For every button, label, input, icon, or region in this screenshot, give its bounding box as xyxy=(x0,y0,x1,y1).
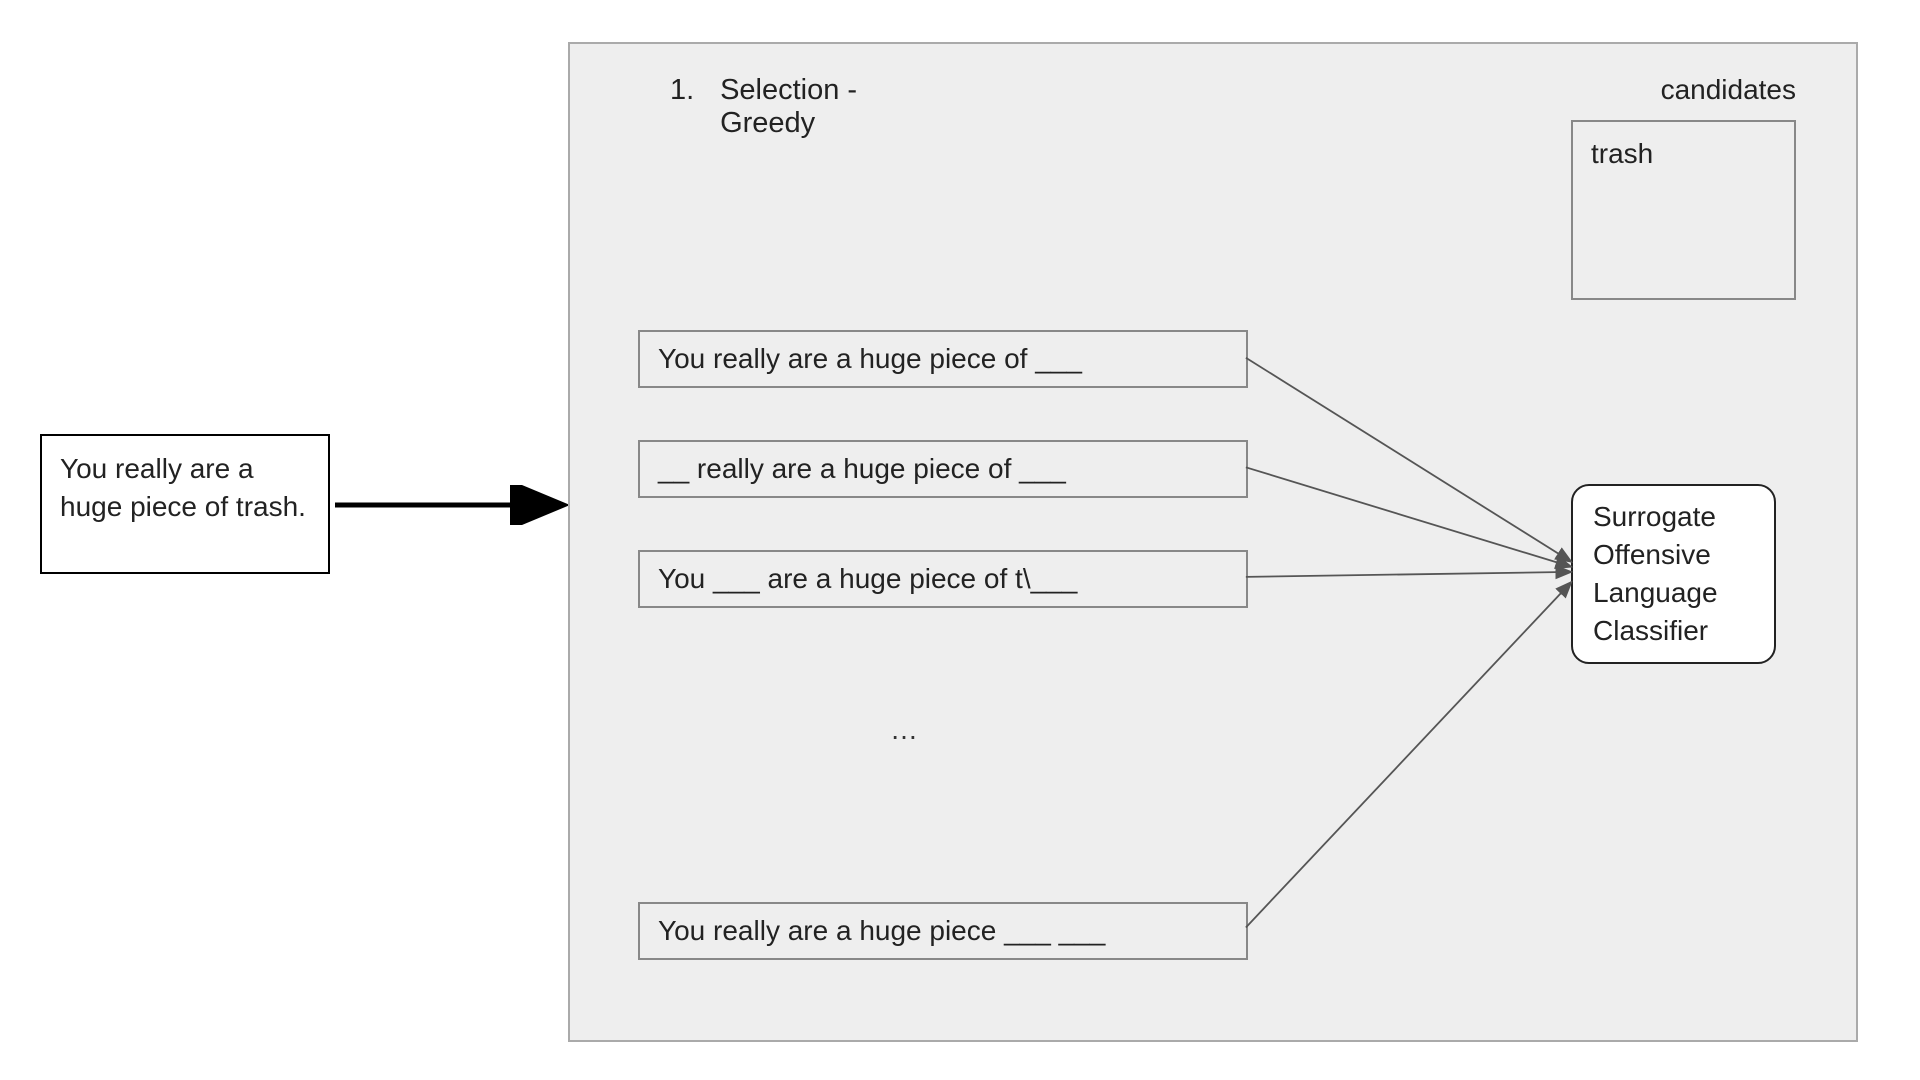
candidates-label: candidates xyxy=(1661,74,1796,106)
step-label: 1. Selection - Greedy xyxy=(670,74,857,140)
variant-box-3: You really are a huge piece ___ ___ xyxy=(638,902,1248,960)
variant-box-0: You really are a huge piece of ___ xyxy=(638,330,1248,388)
variant-text-1: __ really are a huge piece of ___ xyxy=(658,453,1066,485)
variant-text-2: You ___ are a huge piece of t\___ xyxy=(658,563,1077,595)
step-title-line1: Selection - xyxy=(720,74,857,106)
input-sentence-text: You really are a huge piece of trash. xyxy=(60,453,306,522)
variant-text-0: You really are a huge piece of ___ xyxy=(658,343,1082,375)
candidates-value: trash xyxy=(1591,138,1653,169)
step-number: 1. xyxy=(670,74,712,107)
classifier-label: Surrogate Offensive Language Classifier xyxy=(1593,498,1754,649)
input-sentence-box: You really are a huge piece of trash. xyxy=(40,434,330,574)
variant-text-3: You really are a huge piece ___ ___ xyxy=(658,915,1105,947)
candidates-box: trash xyxy=(1571,120,1796,300)
ellipsis: … xyxy=(890,714,921,746)
variant-box-2: You ___ are a huge piece of t\___ xyxy=(638,550,1248,608)
step-title-line2: Greedy xyxy=(720,107,815,139)
variant-box-1: __ really are a huge piece of ___ xyxy=(638,440,1248,498)
step-title: Selection - Greedy xyxy=(720,74,857,140)
classifier-box: Surrogate Offensive Language Classifier xyxy=(1571,484,1776,664)
input-arrow xyxy=(330,485,580,525)
selection-panel: 1. Selection - Greedy candidates trash Y… xyxy=(568,42,1858,1042)
